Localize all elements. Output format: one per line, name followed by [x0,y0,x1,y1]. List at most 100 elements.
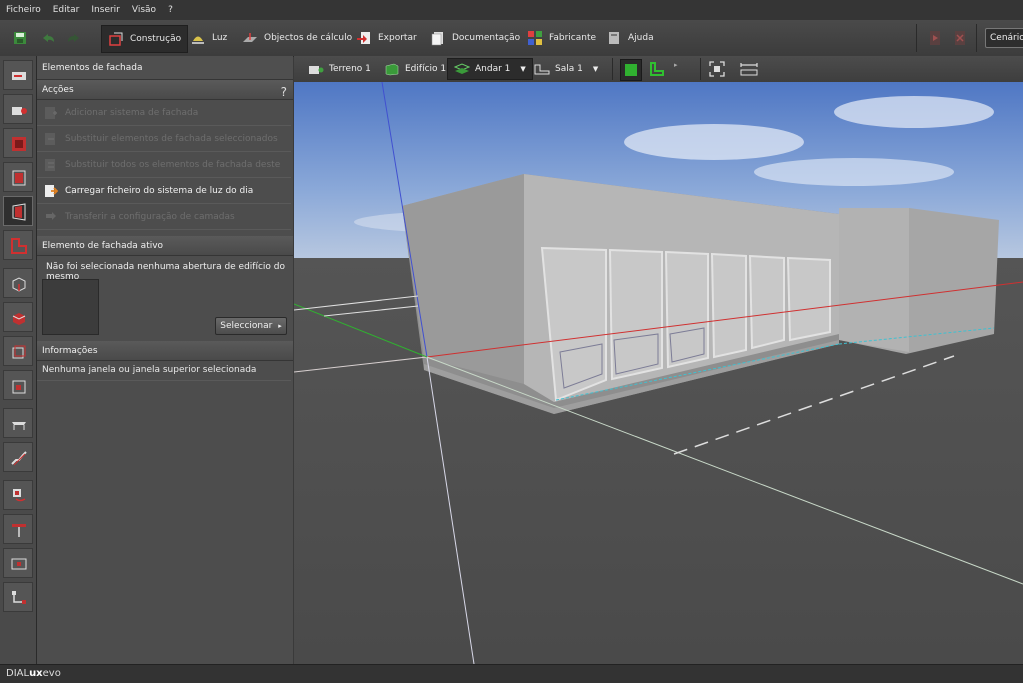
tab-objectos-label: Objectos de cálculo [264,33,353,43]
tool-camera-button[interactable] [3,94,33,124]
view-divider [612,58,613,80]
redo-button[interactable] [66,25,88,51]
manufacturer-icon [528,31,542,45]
tool-luminaire-button[interactable] [3,480,33,510]
tab-fabricante[interactable]: Fabricante [527,25,596,51]
transfer-icon [46,212,56,220]
lamp-icon [192,36,204,44]
construction-icon [109,32,123,46]
menu-visao[interactable]: Visão [126,5,162,15]
cloud [624,124,804,160]
tool-connector-button[interactable] [3,582,33,612]
cube-icon [12,277,26,292]
tab-ajuda[interactable]: Ajuda [606,25,654,51]
tab-documentacao-label: Documentação [452,33,521,43]
tool-wall-button[interactable] [3,162,33,192]
action-transfer-layers[interactable]: Transferir a configuração de camadas [37,204,291,230]
cenario-button[interactable]: Cenário [985,28,1023,48]
close-doc-icon [955,31,965,45]
info-message: Nenhuma janela ou janela superior seleci… [37,361,291,381]
accoes-header-label: Acções [42,85,74,95]
zoom-fit-button[interactable] [708,60,726,78]
export-icon [357,32,370,44]
cloud [834,96,994,128]
tab-luz[interactable]: Luz [190,25,227,51]
view-solid-button[interactable] [620,59,642,81]
tab-exportar-label: Exportar [378,33,417,43]
tab-construcao[interactable]: Construção [101,25,189,53]
3d-viewport[interactable] [294,82,1023,664]
more-arrow-icon[interactable]: ▸ [674,61,678,69]
tool-room-button[interactable] [3,128,33,158]
accoes-header[interactable]: Acções ? [37,80,293,100]
floor-icon [454,63,470,74]
sala-selector[interactable]: Sala 1 ▼ [534,60,598,78]
tool-arrangement-button[interactable] [3,514,33,544]
seleccionar-button[interactable]: Seleccionar ▸ [215,317,287,335]
chevron-down-icon: ▼ [520,65,526,73]
tab-ajuda-label: Ajuda [628,33,654,43]
room-icon [12,137,26,151]
measure-button[interactable] [740,60,758,78]
help-button[interactable]: ? [281,82,287,102]
terreno-selector[interactable]: Terreno 1 [308,60,371,78]
left-tool-bar [0,56,37,664]
tab-fabricante-label: Fabricante [549,33,597,43]
view-lshape-button[interactable] [648,60,666,78]
tab-exportar[interactable]: Exportar [356,25,417,51]
menu-ficheiro[interactable]: Ficheiro [0,5,47,15]
menu-help[interactable]: ? [162,5,179,15]
chevron-right-icon: ▸ [278,322,282,330]
tool-table-button[interactable] [3,408,33,438]
tab-construcao-label: Construção [130,34,182,44]
action-replace-all[interactable]: Substituir todos os elementos de fachada… [37,152,291,196]
play-button[interactable] [927,25,949,51]
menu-inserir[interactable]: Inserir [85,5,126,15]
tool-wireframe-button[interactable] [3,336,33,366]
tab-documentacao[interactable]: Documentação [430,25,520,51]
replace-icon [45,133,55,145]
undo-button[interactable] [40,25,62,51]
action-replace-selected[interactable]: Substituir elementos de fachada seleccio… [37,126,291,152]
table-icon [12,422,26,430]
toolbar-divider [916,24,917,52]
tool-facade-button[interactable] [3,196,33,226]
seleccionar-label: Seleccionar [220,321,273,331]
facade-preview [42,279,99,335]
undo-icon [43,34,54,42]
redo-icon [68,34,79,42]
menu-bar: Ficheiro Editar Inserir Visão ? [0,0,1023,20]
tool-box-button[interactable] [3,302,33,332]
brand-part: evo [42,668,61,679]
brand-part: DIAL [6,668,30,679]
panel-title: Elementos de fachada [37,56,293,80]
ativo-header[interactable]: Elemento de fachada ativo [37,236,293,256]
tool-object-button[interactable] [3,370,33,400]
action-add-facade-system[interactable]: Adicionar sistema de fachada [37,100,291,126]
floor-arrow-icon [12,72,26,80]
facade-door-icon [12,203,26,221]
building-icon [385,63,399,76]
brand-part: ux [29,668,43,679]
measure-icon [740,63,758,76]
room-outline-icon [534,64,550,75]
brand-logo: DIALuxevo [6,668,61,679]
tool-floor-button[interactable] [3,60,33,90]
action-load-daylight[interactable]: Carregar ficheiro do sistema de luz do d… [37,178,291,204]
info-header[interactable]: Informações [37,341,293,361]
help-book-icon [609,32,619,44]
save-button[interactable] [12,25,34,51]
stairs-icon [11,451,27,466]
close-doc-button[interactable] [952,25,974,51]
edificio-selector[interactable]: Edifício 1 [384,60,446,78]
calc-object-icon [243,33,257,42]
andar-selector[interactable]: Andar 1 ▼ [447,58,533,80]
tool-stairs-button[interactable] [3,442,33,472]
tool-panel-button[interactable] [3,548,33,578]
tab-objectos[interactable]: Objectos de cálculo [242,25,352,51]
cenario-label: Cenário [990,33,1023,43]
tool-floorplan-button[interactable] [3,230,33,260]
tool-cube-button[interactable] [3,268,33,298]
action-label: Carregar ficheiro do sistema de luz do d… [65,186,254,196]
menu-editar[interactable]: Editar [47,5,86,15]
